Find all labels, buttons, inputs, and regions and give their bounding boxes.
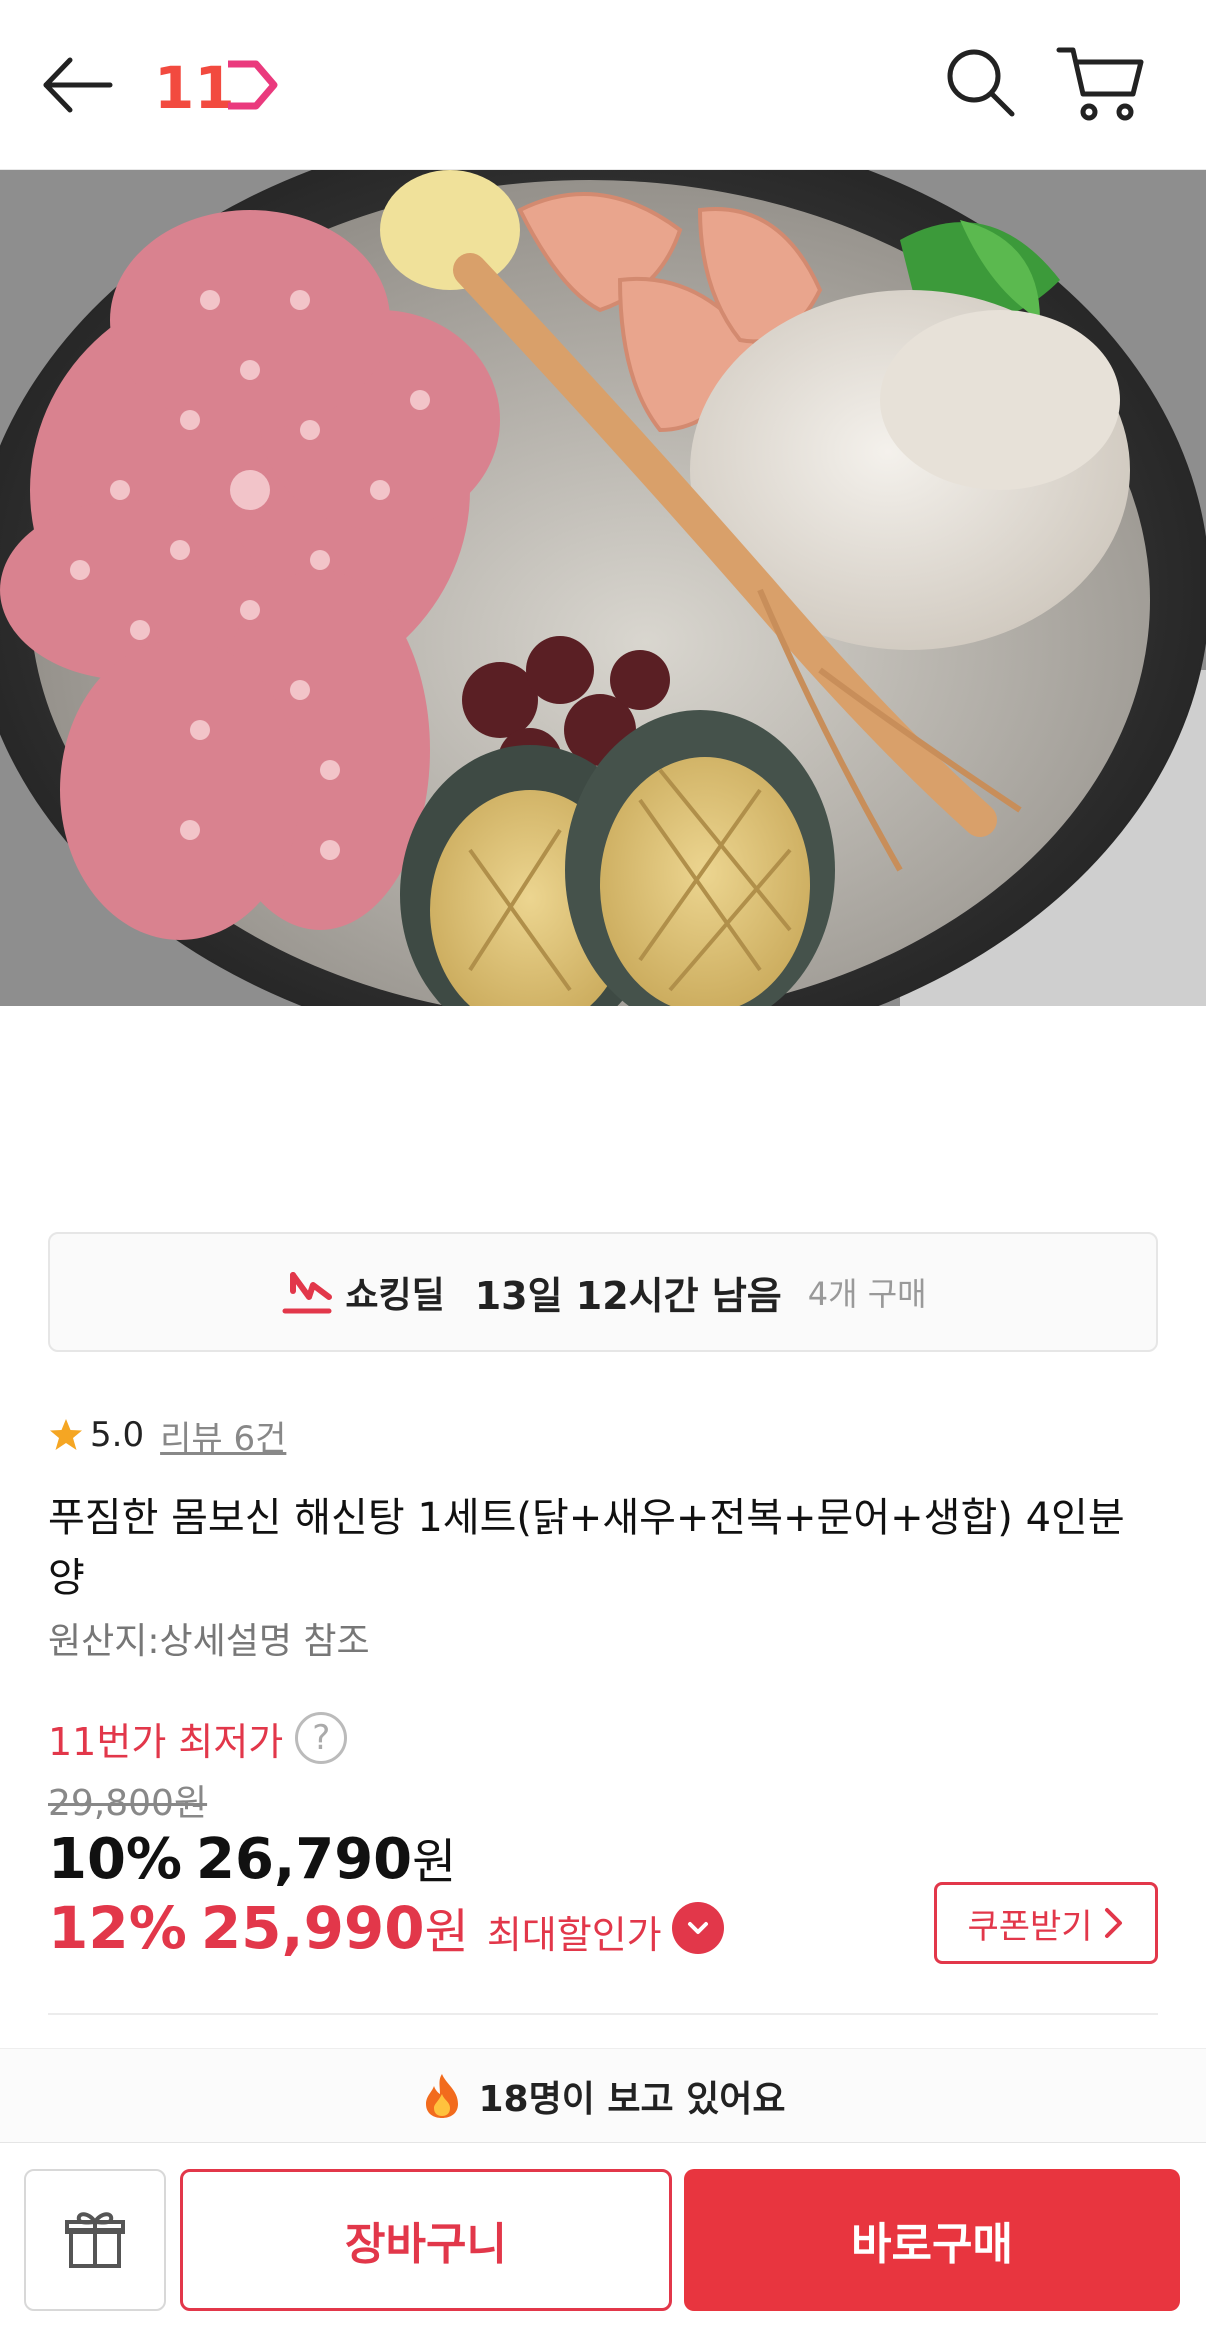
max-discount-price: 12% 25,990 원 최대할인가: [48, 1892, 724, 1964]
max-discount-amount: 25,990: [200, 1894, 425, 1962]
rating-score: 5.0: [90, 1415, 145, 1455]
rating-row: 5.0 리뷰 6건: [48, 1410, 286, 1460]
coupon-button[interactable]: 쿠폰받기: [934, 1882, 1158, 1964]
max-discount-percent: 12%: [48, 1894, 187, 1962]
discount-percent: 10%: [48, 1827, 183, 1892]
help-icon[interactable]: ?: [295, 1712, 348, 1764]
buy-now-button[interactable]: 바로구매: [684, 2169, 1180, 2311]
shocking-deal-icon: [282, 1272, 333, 1314]
deal-time-left: 13일 12시간 남음: [474, 1273, 782, 1318]
shocking-deal-bar[interactable]: 쇼킹딜 13일 12시간 남음 4개 구매: [48, 1232, 1158, 1352]
top-header: 11: [0, 0, 1206, 170]
max-discount-label: 최대할인가: [486, 1913, 662, 1957]
search-icon[interactable]: [940, 42, 1020, 122]
currency-unit: 원: [412, 1834, 457, 1890]
deal-name: 쇼킹딜: [345, 1275, 445, 1316]
product-title: 푸짐한 몸보신 해신탕 1세트(닭+새우+전복+문어+생합) 4인분양: [48, 1495, 1125, 1601]
bottom-action-bar: 장바구니 바로구매: [0, 2142, 1206, 2334]
discount-amount: 26,790: [196, 1827, 413, 1892]
deal-purchase-count: 4개 구매: [807, 1275, 927, 1313]
viewing-notice: 18명이 보고 있어요: [0, 2048, 1206, 2142]
viewing-text: 18명이 보고 있어요: [478, 2078, 786, 2120]
arrow-left-icon[interactable]: [38, 50, 118, 120]
logo-text: 11: [154, 54, 235, 120]
lowest-price-text: 11번가 최저가: [48, 1719, 284, 1764]
add-to-cart-button[interactable]: 장바구니: [180, 2169, 672, 2311]
product-image[interactable]: [0, 170, 1206, 1006]
divider: [48, 2013, 1158, 2015]
product-photo: [0, 170, 1206, 1006]
discount-price: 10% 26,790 원: [48, 1822, 456, 1892]
star-icon: [50, 1419, 82, 1450]
currency-unit: 원: [424, 1904, 469, 1960]
review-link[interactable]: 리뷰 6건: [160, 1411, 286, 1460]
product-origin: 원산지:상세설명 참조: [48, 1621, 370, 1662]
brand-logo[interactable]: 11: [150, 50, 280, 120]
gift-icon: [65, 2212, 125, 2268]
gift-button[interactable]: [24, 2169, 166, 2311]
original-price: 29,800원: [48, 1783, 208, 1824]
lowest-price-label: 11번가 최저가 ?: [48, 1710, 348, 1766]
coupon-label: 쿠폰받기: [967, 1906, 1093, 1947]
chevron-down-icon[interactable]: [671, 1902, 724, 1954]
chevron-right-icon: [1104, 1908, 1122, 1938]
cart-icon[interactable]: [1055, 42, 1145, 127]
fire-icon: [426, 2073, 459, 2118]
